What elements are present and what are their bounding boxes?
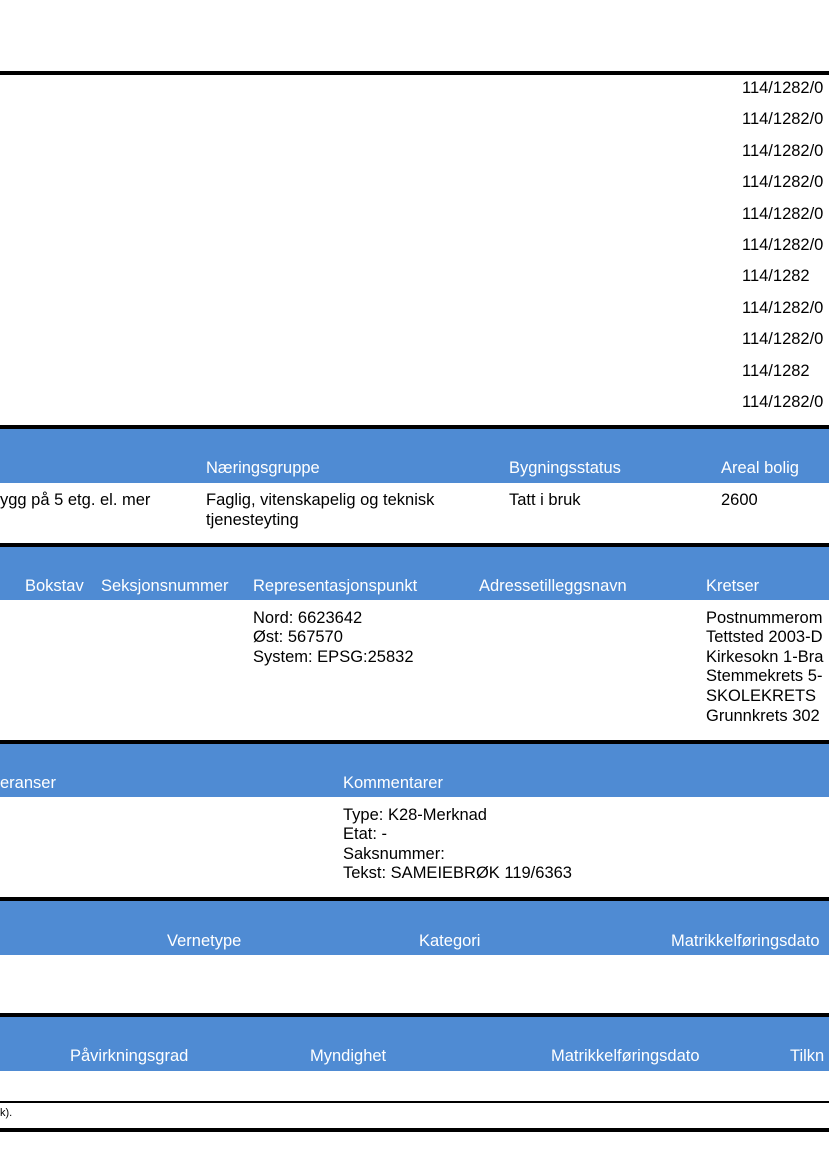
referanser-header: eranser [0,774,56,792]
naeringsgruppe-header: Næringsgruppe [206,459,320,477]
top-rule [0,71,829,75]
list-item: 114/1282/0 [742,236,824,254]
krets-item: Stemmekrets 5- [706,667,823,685]
krets-item: SKOLEKRETS [706,687,817,705]
list-item: 114/1282/0 [742,330,824,348]
krets-item: Postnummerom [706,609,823,627]
adressetilleggsnavn-header: Adressetilleggsnavn [479,577,627,595]
remarks-header: eranser Kommentarer [0,744,829,797]
list-item: 114/1282/0 [742,205,824,223]
naeringsgruppe-value-line2: tjenesteyting [206,511,299,529]
ost-coordinate: Øst: 567570 [253,628,343,646]
myndighet-header: Myndighet [310,1047,387,1065]
kategori-header: Kategori [419,932,481,950]
list-item: 114/1282/0 [742,393,824,411]
list-item: 114/1282/0 [742,173,824,191]
krets-item: Kirkesokn 1-Bra [706,648,824,666]
pavirkningsgrad-header: Påvirkningsgrad [70,1047,189,1065]
areal-bolig-header: Areal bolig [721,459,799,477]
footnote-text: k). [0,1107,13,1119]
seksjonsnummer-header: Seksjonsnummer [101,577,229,595]
kommentar-line: Tekst: SAMEIEBRØK 119/6363 [343,864,572,882]
kommentar-line: Type: K28-Merknad [343,806,487,824]
coordinate-system: System: EPSG:25832 [253,648,414,666]
list-item: 114/1282/0 [742,79,824,97]
list-item: 114/1282/0 [742,142,824,160]
areal-bolig-value: 2600 [721,491,758,509]
bottom-rule [0,1128,829,1132]
bygningsstatus-header: Bygningsstatus [509,459,621,477]
bygningstype-value: ygg på 5 etg. el. mer [0,491,151,509]
list-item: 114/1282 [742,362,810,380]
protection-header: Vernetype Kategori Matrikkelføringsdato [0,901,829,955]
bokstav-header: Bokstav [25,577,84,595]
matrikkelforingsdato-header: Matrikkelføringsdato [671,932,820,950]
address-header: Bokstav Seksjonsnummer Representasjonspu… [0,547,829,600]
kommentar-line: Saksnummer: [343,845,445,863]
bygningsstatus-value: Tatt i bruk [509,491,581,509]
impact-header: Påvirkningsgrad Myndighet Matrikkelførin… [0,1017,829,1071]
representasjonspunkt-header: Representasjonspunkt [253,577,418,595]
naeringsgruppe-value-line1: Faglig, vitenskapelig og teknisk [206,491,435,509]
krets-item: Grunnkrets 302 [706,707,820,725]
vernetype-header: Vernetype [167,932,242,950]
building-header: Næringsgruppe Bygningsstatus Areal bolig [0,429,829,483]
kommentarer-header: Kommentarer [343,774,443,792]
matrikkelforingsdato-header: Matrikkelføringsdato [551,1047,700,1065]
tilknytning-header: Tilkn [790,1047,825,1065]
kretser-header: Kretser [706,577,760,595]
list-item: 114/1282/0 [742,299,824,317]
list-item: 114/1282/0 [742,110,824,128]
nord-coordinate: Nord: 6623642 [253,609,363,627]
footnote-top-rule [0,1101,829,1103]
list-item: 114/1282 [742,267,810,285]
krets-item: Tettsted 2003-D [706,628,823,646]
kommentar-line: Etat: - [343,825,388,843]
